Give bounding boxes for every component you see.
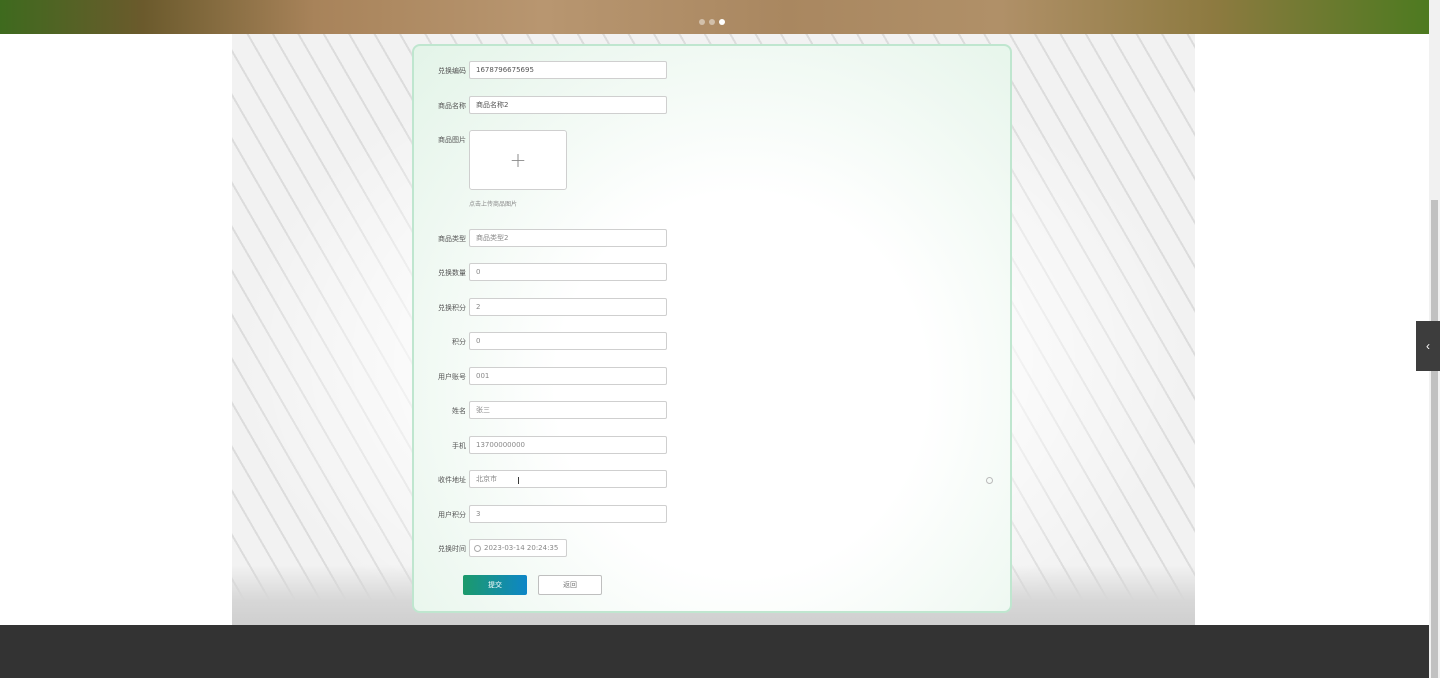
- row-name: 姓名: [414, 401, 1014, 421]
- name-input[interactable]: [469, 401, 667, 419]
- user-account-label: 用户账号: [438, 373, 466, 381]
- back-button[interactable]: 返回: [538, 575, 602, 595]
- address-input[interactable]: [469, 470, 667, 488]
- plus-icon: +: [509, 148, 527, 172]
- row-user-account: 用户账号: [414, 367, 1014, 387]
- row-points: 积分: [414, 332, 1014, 352]
- carousel-dot-2[interactable]: [709, 19, 715, 25]
- side-panel-toggle[interactable]: ‹: [1416, 321, 1440, 371]
- user-points-input[interactable]: [469, 505, 667, 523]
- product-name-label: 商品名称: [438, 102, 466, 110]
- phone-input[interactable]: [469, 436, 667, 454]
- points-label: 积分: [452, 338, 466, 346]
- submit-button[interactable]: 提交: [463, 575, 527, 595]
- row-exchange-time: 兑换时间 2023-03-14 20:24:35: [414, 539, 1014, 559]
- row-exchange-code: 兑换编码: [414, 61, 1014, 81]
- row-product-type: 商品类型: [414, 229, 1014, 249]
- clock-icon: [474, 544, 481, 552]
- phone-label: 手机: [452, 442, 466, 450]
- row-user-points: 用户积分: [414, 505, 1014, 525]
- carousel-dots: [699, 19, 725, 25]
- row-address: 收件地址: [414, 470, 1014, 490]
- carousel-dot-3[interactable]: [719, 19, 725, 25]
- user-points-label: 用户积分: [438, 511, 466, 519]
- row-exchange-points: 兑换积分: [414, 298, 1014, 318]
- address-label: 收件地址: [438, 476, 466, 484]
- exchange-points-label: 兑换积分: [438, 304, 466, 312]
- exchange-form-panel: 兑换编码 商品名称 商品图片 + 点击上传商品图片 商品类型 兑换数量 兑换积分…: [412, 44, 1012, 613]
- user-account-input[interactable]: [469, 367, 667, 385]
- text-cursor-icon: I: [517, 476, 520, 487]
- page-footer: [0, 625, 1429, 678]
- product-name-input[interactable]: [469, 96, 667, 114]
- exchange-code-label: 兑换编码: [438, 67, 466, 75]
- image-upload-box[interactable]: +: [469, 130, 567, 190]
- carousel-dot-1[interactable]: [699, 19, 705, 25]
- info-icon: [986, 477, 993, 484]
- exchange-time-picker[interactable]: 2023-03-14 20:24:35: [469, 539, 567, 557]
- product-type-input[interactable]: [469, 229, 667, 247]
- scrollbar-thumb[interactable]: [1431, 200, 1438, 678]
- row-exchange-qty: 兑换数量: [414, 263, 1014, 283]
- exchange-qty-label: 兑换数量: [438, 269, 466, 277]
- points-input[interactable]: [469, 332, 667, 350]
- row-phone: 手机: [414, 436, 1014, 456]
- product-type-label: 商品类型: [438, 235, 466, 243]
- exchange-time-value: 2023-03-14 20:24:35: [484, 544, 559, 552]
- exchange-qty-input[interactable]: [469, 263, 667, 281]
- chevron-left-icon: ‹: [1426, 339, 1430, 353]
- exchange-points-input[interactable]: [469, 298, 667, 316]
- product-image-label: 商品图片: [438, 136, 466, 144]
- banner-carousel: [0, 0, 1429, 34]
- row-product-name: 商品名称: [414, 96, 1014, 116]
- upload-hint: 点击上传商品图片: [469, 201, 518, 208]
- exchange-time-label: 兑换时间: [438, 545, 466, 553]
- name-label: 姓名: [452, 407, 466, 415]
- exchange-code-input[interactable]: [469, 61, 667, 79]
